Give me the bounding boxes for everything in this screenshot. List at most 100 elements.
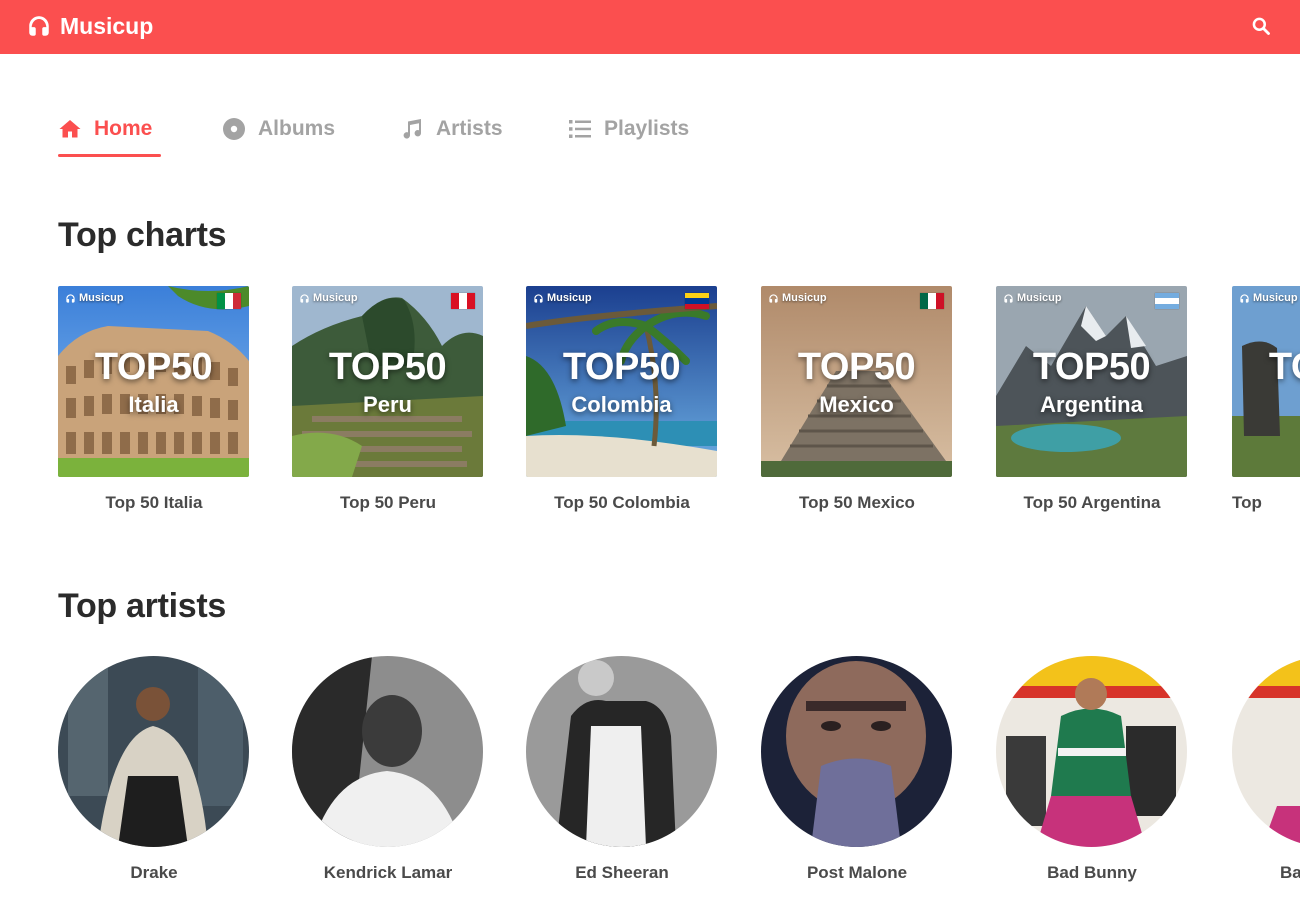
cover-brand: Musicup	[65, 292, 124, 304]
headphones-icon	[300, 293, 309, 303]
argentina-flag-icon	[1155, 293, 1179, 309]
tab-artists[interactable]: Artists	[400, 104, 503, 154]
cover-brand: Musicup	[299, 292, 358, 304]
flag-stripe	[928, 293, 936, 309]
chart-caption: Top 50 Argentina	[1023, 493, 1161, 512]
tab-playlists[interactable]: Playlists	[568, 104, 689, 154]
artist-card-post-malone[interactable]: Post Malone	[761, 656, 953, 883]
cover-brand-text: Musicup	[547, 292, 592, 304]
avatar	[996, 656, 1187, 847]
app-name: Musicup	[60, 12, 154, 39]
tab-label: Playlists	[604, 117, 690, 140]
chart-card-colombia[interactable]: Musicup TOP50 Colombia Top 50 Colombia	[526, 286, 718, 513]
home-icon	[59, 120, 81, 138]
artist-photo	[526, 656, 717, 847]
chart-card-peru[interactable]: Musicup TOP50 Peru Top 50 Peru	[292, 286, 484, 513]
avatar	[58, 656, 249, 847]
artist-photo	[292, 656, 483, 847]
artist-photo	[1232, 656, 1300, 847]
top-charts-heading: Top charts	[58, 216, 227, 254]
artist-name: Drake	[130, 863, 178, 882]
artist-name: Ba	[1280, 863, 1300, 882]
flag-stripe	[936, 293, 944, 309]
artist-photo	[58, 656, 249, 847]
chart-caption: Top 50 Italia	[105, 493, 203, 512]
tab-label: Artists	[436, 117, 503, 140]
top-bar: Musicup	[0, 0, 1300, 54]
colombia-flag-icon	[685, 293, 709, 309]
disc-icon	[223, 118, 245, 140]
chart-card-mexico[interactable]: Musicup TOP50 Mexico Top 50 Mexico	[761, 286, 953, 513]
cover-brand: Musicup	[1003, 292, 1062, 304]
list-icon	[569, 120, 591, 138]
cover-country: Italia	[128, 392, 179, 417]
chart-caption: Top 50 Mexico	[799, 493, 915, 512]
flag-stripe	[1155, 303, 1179, 309]
chart-cover: Musicup TOP50 Mexico	[761, 286, 952, 477]
cover-brand: Musicup	[1239, 292, 1298, 304]
search-icon	[1252, 17, 1270, 35]
headphones-icon	[769, 293, 778, 303]
chart-cover: Musicup TOP50 Argentina	[996, 286, 1187, 477]
cover-brand: Musicup	[533, 292, 592, 304]
cover-heading: TOP50	[1268, 346, 1300, 388]
chart-cover: Musicup TOP50 Colombia	[526, 286, 717, 477]
cover-country: Argentina	[1040, 392, 1143, 417]
chart-caption: Top 50 Peru	[339, 493, 437, 512]
chart-cover: Musicup TOP50 Italia	[58, 286, 249, 477]
headphones-icon	[1004, 293, 1013, 303]
music-note-icon	[403, 119, 421, 139]
chart-caption: Top	[1232, 493, 1262, 512]
italy-flag-icon	[217, 293, 241, 309]
charts-row: Musicup TOP50 Italia Top 50 Italia Music…	[58, 286, 1300, 526]
chart-cover: Musicup TOP50	[1232, 286, 1300, 477]
cover-heading: TOP50	[562, 346, 681, 388]
tab-label: Albums	[258, 117, 336, 140]
avatar	[761, 656, 952, 847]
flag-stripe	[467, 293, 475, 309]
flag-stripe	[920, 293, 928, 309]
cover-heading: TOP50	[797, 346, 916, 388]
cover-country: Mexico	[819, 392, 894, 417]
artist-card-ed-sheeran[interactable]: Ed Sheeran	[526, 656, 718, 883]
flag-stripe	[217, 293, 225, 309]
artist-photo	[761, 656, 952, 847]
cover-brand-text: Musicup	[1253, 292, 1298, 304]
chart-caption: Top 50 Colombia	[554, 493, 690, 512]
headphones-icon	[29, 16, 49, 36]
chart-card-partial[interactable]: Musicup TOP50 Top	[1232, 286, 1300, 513]
cover-heading: TOP50	[328, 346, 447, 388]
peru-flag-icon	[451, 293, 475, 309]
artist-card-drake[interactable]: Drake	[58, 656, 250, 883]
artist-name: Kendrick Lamar	[323, 863, 453, 882]
cover-heading: TOP50	[94, 346, 213, 388]
app-brand[interactable]: Musicup	[26, 8, 153, 44]
artist-card-kendrick-lamar[interactable]: Kendrick Lamar	[292, 656, 484, 883]
cover-brand-text: Musicup	[79, 292, 124, 304]
mexico-flag-icon	[920, 293, 944, 309]
artist-card-bad-bunny[interactable]: Bad Bunny	[996, 656, 1188, 883]
headphones-icon	[534, 293, 543, 303]
flag-stripe	[685, 303, 709, 309]
avatar	[292, 656, 483, 847]
cover-brand-text: Musicup	[1017, 292, 1062, 304]
avatar	[1232, 656, 1300, 847]
search-button[interactable]	[1248, 13, 1274, 39]
artists-row: Drake Kendrick Lamar Ed Sheeran Post Mal…	[58, 656, 1300, 896]
tab-albums[interactable]: Albums	[222, 104, 335, 154]
chart-card-italia[interactable]: Musicup TOP50 Italia Top 50 Italia	[58, 286, 250, 513]
cover-country: Colombia	[571, 392, 672, 417]
tab-home[interactable]: Home	[58, 104, 161, 157]
flag-stripe	[225, 293, 233, 309]
artist-name: Post Malone	[806, 863, 908, 882]
artist-photo	[996, 656, 1187, 847]
cover-brand-text: Musicup	[782, 292, 827, 304]
chart-card-argentina[interactable]: Musicup TOP50 Argentina Top 50 Argentina	[996, 286, 1188, 513]
top-artists-heading: Top artists	[58, 587, 226, 625]
avatar	[526, 656, 717, 847]
headphones-icon	[66, 293, 75, 303]
cover-brand: Musicup	[768, 292, 827, 304]
headphones-icon	[1240, 293, 1249, 303]
artist-card-partial[interactable]: Ba	[1232, 656, 1300, 883]
chart-cover: Musicup TOP50 Peru	[292, 286, 483, 477]
